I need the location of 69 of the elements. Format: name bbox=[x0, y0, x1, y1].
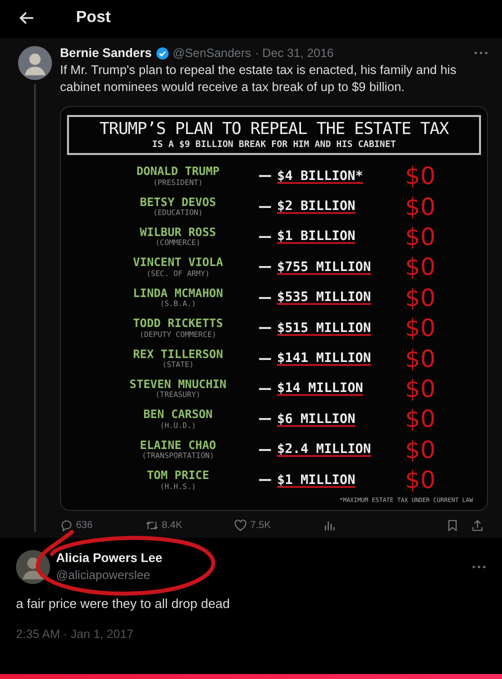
author-handle[interactable]: @aliciapowerslee bbox=[56, 567, 162, 584]
heart-icon[interactable] bbox=[234, 519, 248, 532]
dash-icon bbox=[259, 388, 271, 390]
nominee-name: STEVEN MNUCHIN bbox=[130, 378, 226, 390]
struck-amount: $1 MILLION bbox=[277, 472, 356, 488]
avatar-icon bbox=[18, 46, 52, 80]
dash-icon bbox=[259, 418, 271, 420]
dash-icon bbox=[259, 448, 271, 451]
repost-icon[interactable] bbox=[144, 519, 159, 532]
new-amount: $0 bbox=[405, 255, 437, 280]
new-amount: $0 bbox=[405, 286, 437, 310]
share-icon[interactable] bbox=[471, 519, 484, 532]
reply-timestamp: 2:35 AM · Jan 1, 2017 bbox=[16, 627, 134, 642]
struck-amount: $6 MILLION bbox=[277, 412, 356, 427]
dash-icon bbox=[259, 479, 271, 482]
nominee-name: BETSY DEVOS bbox=[140, 196, 216, 208]
new-amount: $0 bbox=[405, 438, 437, 462]
nominee-name: TOM PRICE bbox=[146, 470, 210, 482]
struck-amount: $4 BILLION* bbox=[277, 168, 364, 184]
dash-icon bbox=[259, 206, 271, 208]
nominee-name: DONALD TRUMP bbox=[136, 166, 220, 178]
dash-icon bbox=[259, 358, 271, 360]
nominee-name: REX TILLERSON bbox=[132, 348, 223, 360]
page-title: Post bbox=[76, 9, 111, 27]
more-icon[interactable] bbox=[474, 51, 488, 55]
nominee-name: VINCENT VIOLA bbox=[132, 257, 223, 269]
new-amount: $0 bbox=[405, 164, 437, 188]
dash-icon bbox=[259, 327, 271, 330]
struck-amount: $141 MILLION bbox=[277, 351, 372, 366]
infographic-subtitle: IS A $9 BILLION BREAK FOR HIM AND HIS CABINET bbox=[151, 140, 397, 150]
action-count: 8.4K bbox=[162, 520, 182, 532]
new-amount: $0 bbox=[405, 224, 437, 249]
struck-amount: $2 BILLION bbox=[277, 199, 356, 214]
struck-amount: $515 MILLION bbox=[277, 320, 372, 336]
struck-amount: $2.4 MILLION bbox=[277, 442, 372, 458]
struck-amount: $755 MILLION bbox=[277, 260, 372, 275]
author-name[interactable]: Alicia Powers Lee bbox=[56, 550, 162, 568]
author-handle[interactable]: @SenSanders bbox=[172, 46, 251, 60]
new-amount: $0 bbox=[405, 468, 437, 492]
reply-text: a fair price were they to all drop dead bbox=[16, 596, 231, 612]
new-amount: $0 bbox=[405, 346, 437, 371]
views-icon[interactable] bbox=[322, 519, 336, 532]
struck-amount: $14 MILLION bbox=[277, 381, 364, 396]
bookmark-icon[interactable] bbox=[446, 519, 459, 532]
more-icon[interactable] bbox=[472, 565, 486, 570]
new-amount: $0 bbox=[405, 316, 437, 340]
new-amount: $0 bbox=[405, 194, 437, 219]
new-amount: $0 bbox=[405, 407, 437, 432]
struck-amount: $535 MILLION bbox=[277, 290, 372, 306]
nominee-name: ELAINE CHAO bbox=[140, 440, 216, 452]
avatar-icon bbox=[16, 550, 50, 584]
post-date: · Dec 31, 2016 bbox=[254, 46, 334, 60]
new-amount: $0 bbox=[405, 376, 437, 401]
dash-icon bbox=[259, 296, 271, 299]
nominee-name: BEN CARSON bbox=[143, 409, 213, 421]
author-name[interactable]: Bernie Sanders bbox=[60, 46, 152, 60]
back-arrow-icon[interactable] bbox=[18, 9, 36, 27]
nominee-name: WILBUR ROSS bbox=[140, 226, 216, 238]
dash-icon bbox=[259, 266, 271, 268]
dash-icon bbox=[259, 236, 271, 238]
infographic-title: TRUMP’S PLAN TO REPEAL THE ESTATE TAX bbox=[98, 119, 450, 138]
action-count: 636 bbox=[76, 520, 93, 532]
nominee-name: LINDA MCMAHON bbox=[132, 288, 223, 300]
post-text: If Mr. Trump's plan to repeal the estate tax is enacted, his family and his cabinet nominees would receive a tax break of up to $9 billion. bbox=[60, 62, 458, 96]
struck-amount: $1 BILLION bbox=[277, 229, 356, 244]
action-count: 7.5K bbox=[250, 520, 271, 532]
nominee-name: TODD RICKETTS bbox=[132, 318, 223, 330]
dash-icon bbox=[259, 175, 271, 178]
reply-icon[interactable] bbox=[60, 519, 73, 532]
